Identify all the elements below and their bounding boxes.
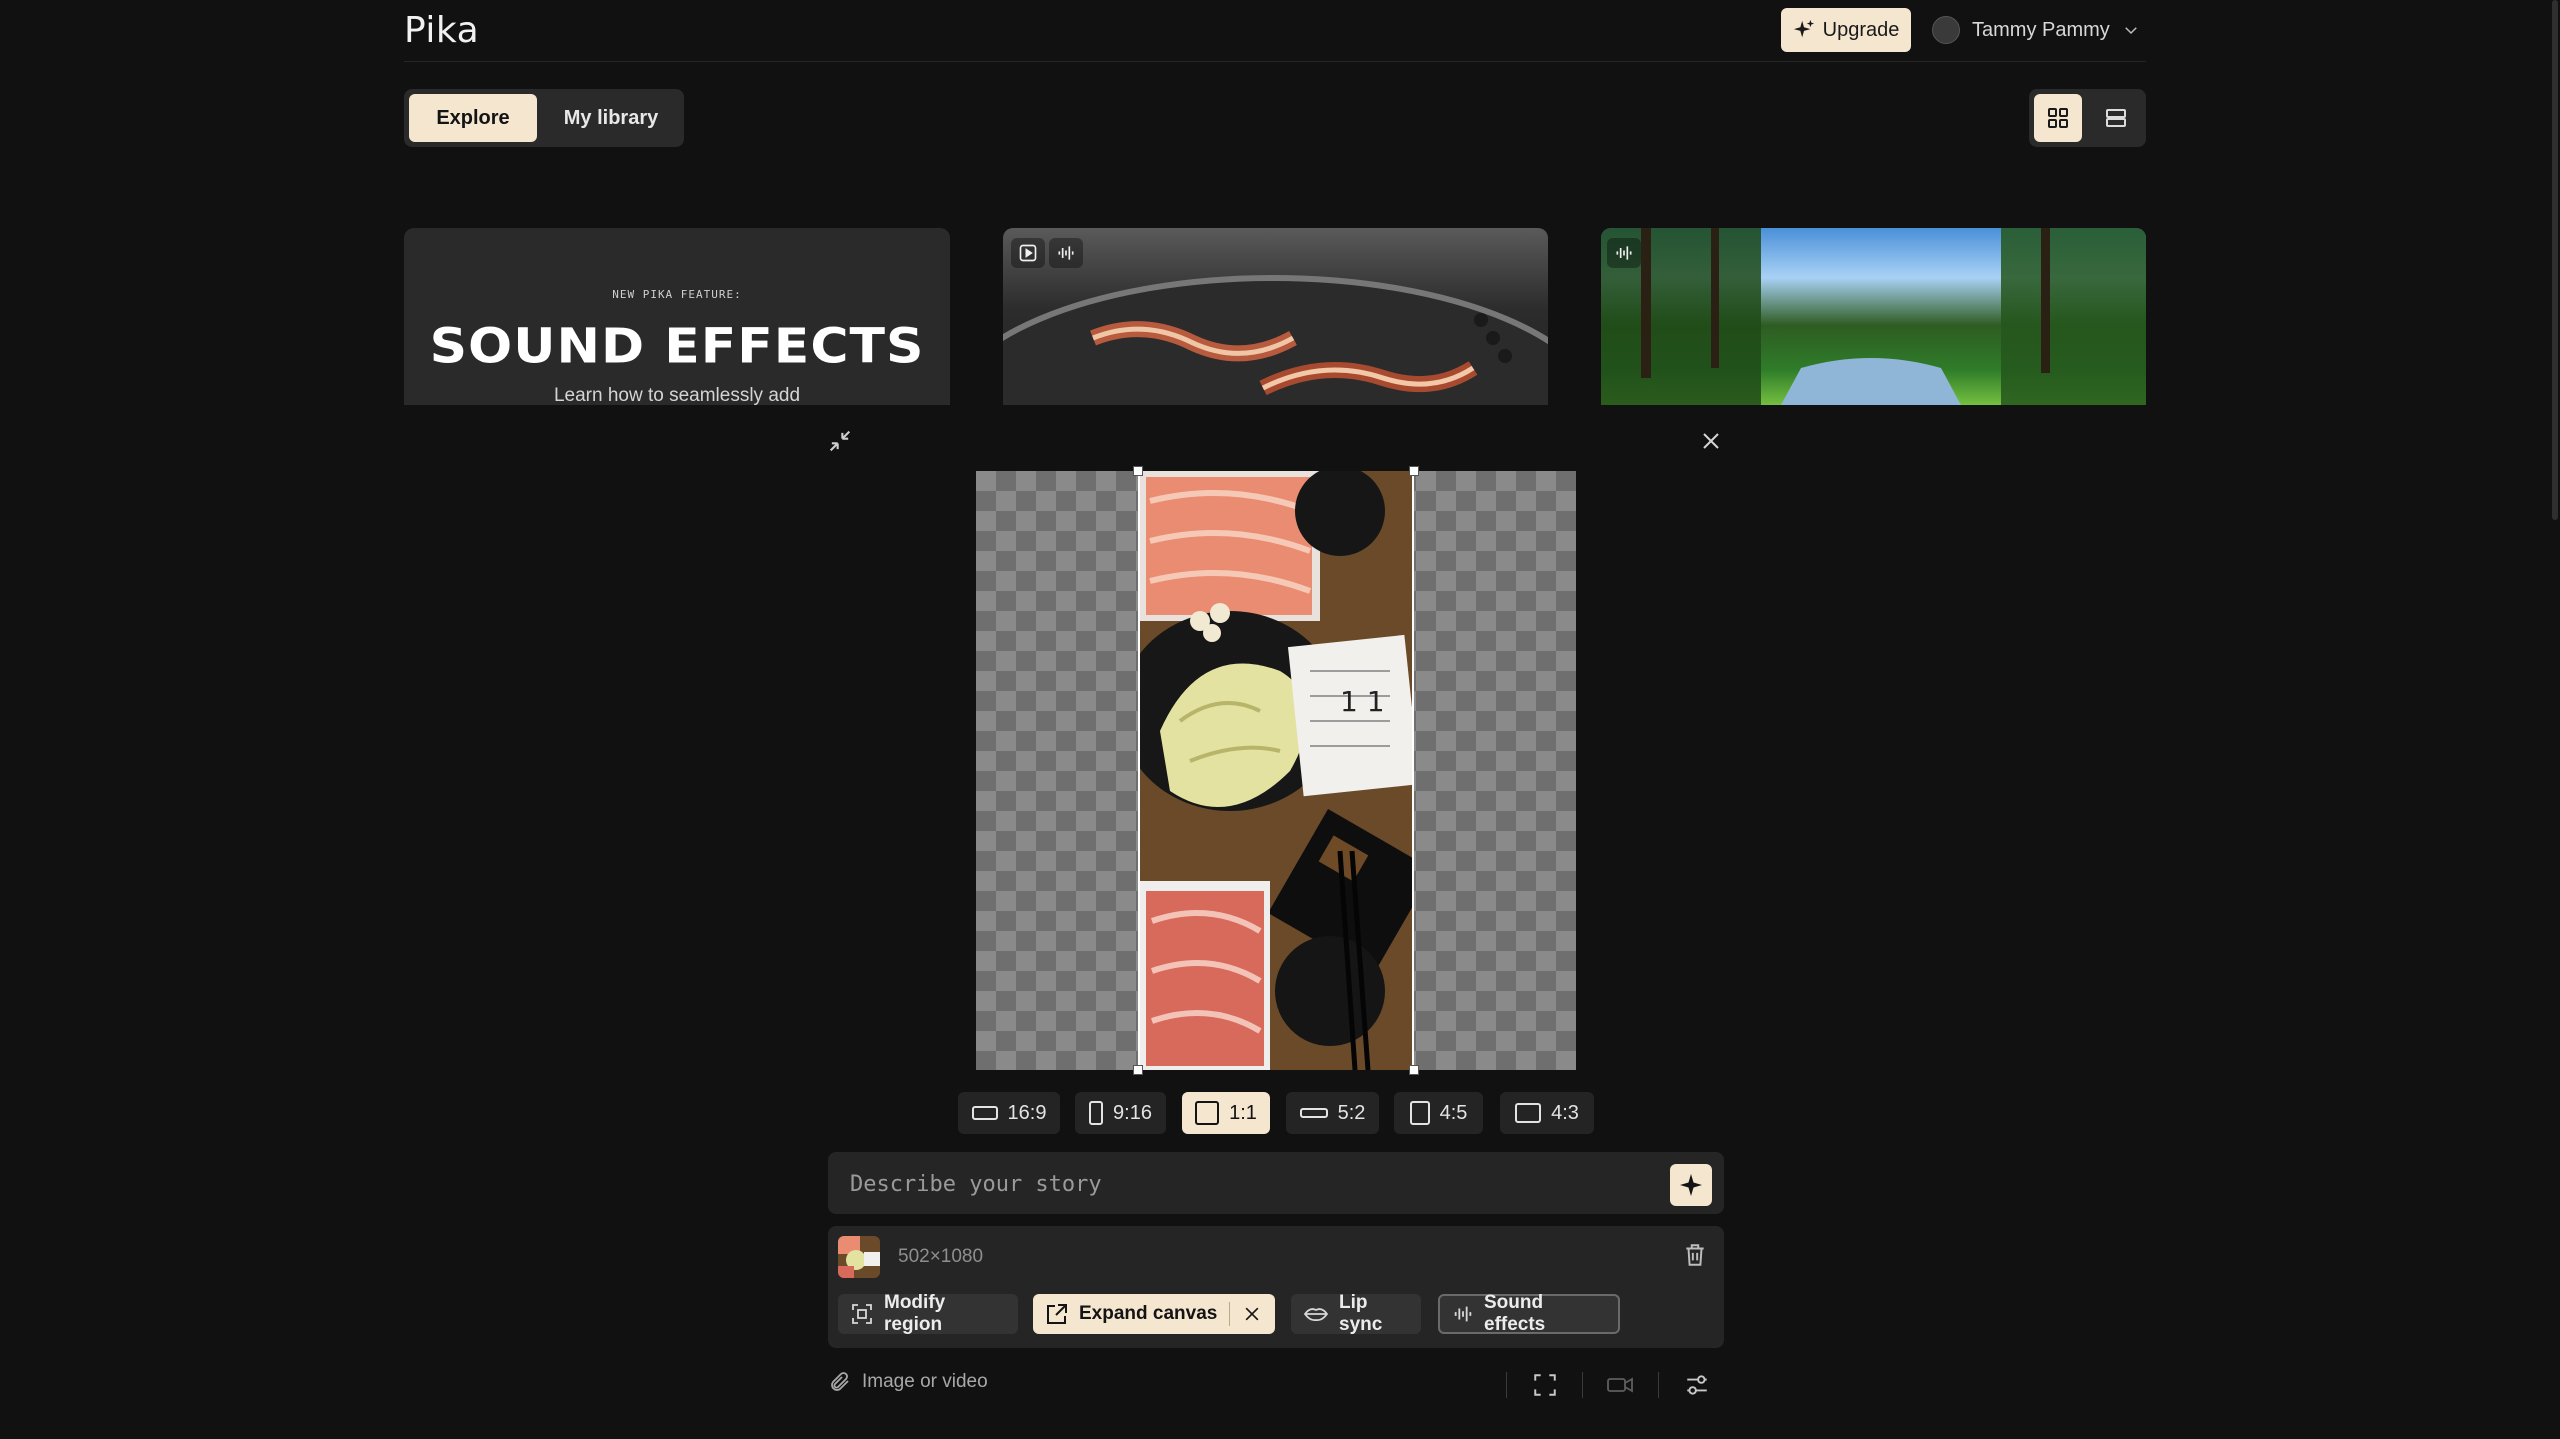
fullscreen-icon [1532, 1372, 1558, 1398]
grid-icon [2046, 106, 2070, 130]
chevron-down-icon [2122, 21, 2140, 39]
header-divider [404, 61, 2146, 62]
sound-effects-label: Sound effects [1484, 1292, 1546, 1335]
pika-logo[interactable]: Pika [404, 10, 479, 51]
toolbar-divider [1506, 1372, 1507, 1398]
ratio-5-2-button[interactable]: 5:2 [1286, 1092, 1379, 1134]
ratio-4-3-button[interactable]: 4:3 [1500, 1092, 1594, 1134]
sparkle-icon [1793, 19, 1815, 41]
video-camera-button[interactable] [1606, 1372, 1634, 1398]
expand-canvas-button[interactable]: Expand canvas [1033, 1294, 1275, 1334]
feature-title: SOUND EFFECTS [429, 319, 925, 375]
resize-handle-top-left[interactable] [1133, 466, 1143, 476]
resize-handle-bottom-right[interactable] [1409, 1065, 1419, 1075]
sound-wave-icon [1452, 1303, 1474, 1325]
portrait-ratio-icon [1089, 1101, 1104, 1125]
trash-icon [1682, 1242, 1708, 1268]
paperclip-icon [828, 1370, 852, 1394]
sound-effects-button[interactable]: Sound effects [1438, 1292, 1620, 1335]
rows-icon [2104, 106, 2128, 130]
page-scrollbar[interactable] [2552, 0, 2558, 520]
upgrade-label: Upgrade [1822, 18, 1900, 41]
expand-canvas-label: Expand canvas [1079, 1303, 1218, 1324]
attached-media-panel: 502×1080 Modify region Expand canvas Lip… [828, 1226, 1724, 1348]
bottom-toolbar: Image or video [828, 1370, 1724, 1400]
svg-text:1 1: 1 1 [1340, 685, 1385, 718]
sound-wave-icon [1049, 238, 1083, 268]
square-ratio-icon [1195, 1101, 1220, 1125]
list-view-button[interactable] [2092, 94, 2140, 142]
ratio-16-9-button[interactable]: 16:9 [958, 1092, 1060, 1134]
sparkle-icon [1679, 1173, 1703, 1197]
ratio-9-16-button[interactable]: 9:16 [1075, 1092, 1166, 1134]
sliders-icon [1684, 1372, 1710, 1398]
video-badge-icon [1011, 238, 1045, 268]
generate-button[interactable] [1670, 1164, 1712, 1206]
pill-divider [1229, 1302, 1231, 1326]
tab-my-library[interactable]: My library [544, 94, 678, 142]
landscape-ratio-icon [1515, 1102, 1542, 1124]
video-card-forest[interactable] [1601, 228, 2146, 405]
media-dimensions: 502×1080 [898, 1246, 984, 1267]
view-toggle [2029, 89, 2146, 147]
toolbar-divider [1658, 1372, 1659, 1398]
attach-label: Image or video [862, 1371, 988, 1392]
resize-handle-top-right[interactable] [1409, 466, 1419, 476]
lip-sync-button[interactable]: Lip sync [1291, 1292, 1421, 1335]
feature-description: Learn how to seamlessly add [553, 385, 801, 405]
region-select-icon [850, 1302, 874, 1326]
video-card-bacon[interactable] [1003, 228, 1548, 405]
toolbar-divider [1582, 1372, 1583, 1398]
collapse-button[interactable] [826, 427, 854, 455]
upgrade-button[interactable]: Upgrade [1781, 8, 1911, 52]
ratio-label: 16:9 [1007, 1101, 1047, 1124]
wide-ratio-icon [1299, 1106, 1328, 1120]
prompt-box [828, 1152, 1724, 1214]
modify-region-button[interactable]: Modify region [838, 1292, 1018, 1335]
grid-view-button[interactable] [2034, 94, 2082, 142]
user-name: Tammy Pammy [1972, 18, 2110, 41]
ratio-label: 9:16 [1113, 1101, 1152, 1124]
user-menu[interactable]: Tammy Pammy [1932, 15, 2140, 45]
video-camera-icon [1606, 1372, 1634, 1398]
ratio-label: 5:2 [1337, 1101, 1366, 1124]
feature-kicker: NEW PIKA FEATURE: [612, 288, 742, 301]
feature-card-sound-effects[interactable]: NEW PIKA FEATURE: SOUND EFFECTS Learn ho… [404, 228, 950, 405]
sound-wave-icon [1607, 238, 1641, 268]
landscape-ratio-icon [971, 1104, 998, 1122]
collapse-icon [826, 427, 854, 455]
close-button[interactable] [1699, 429, 1723, 453]
ratio-label: 4:5 [1439, 1101, 1468, 1124]
source-image[interactable]: 1 1 [1138, 471, 1414, 1070]
library-tabs: Explore My library [404, 89, 684, 147]
delete-media-button[interactable] [1682, 1242, 1708, 1268]
expand-icon [1045, 1302, 1069, 1326]
settings-button[interactable] [1684, 1372, 1710, 1398]
ratio-4-5-button[interactable]: 4:5 [1394, 1092, 1483, 1134]
ratio-1-1-button[interactable]: 1:1 [1182, 1092, 1270, 1134]
media-thumbnail[interactable] [838, 1236, 880, 1278]
attach-media-button[interactable]: Image or video [828, 1370, 988, 1394]
portrait-ratio-icon [1409, 1101, 1430, 1125]
lips-icon [1303, 1303, 1329, 1325]
resize-handle-bottom-left[interactable] [1133, 1065, 1143, 1075]
close-icon[interactable] [1242, 1304, 1262, 1324]
close-icon [1699, 429, 1723, 453]
ratio-label: 1:1 [1229, 1101, 1257, 1124]
modify-region-label: Modify region [884, 1292, 946, 1335]
story-prompt-input[interactable] [848, 1164, 1632, 1204]
fullscreen-button[interactable] [1532, 1372, 1558, 1398]
avatar [1932, 16, 1960, 44]
lip-sync-label: Lip sync [1339, 1292, 1383, 1335]
tab-explore[interactable]: Explore [409, 94, 537, 142]
ratio-label: 4:3 [1551, 1101, 1579, 1124]
